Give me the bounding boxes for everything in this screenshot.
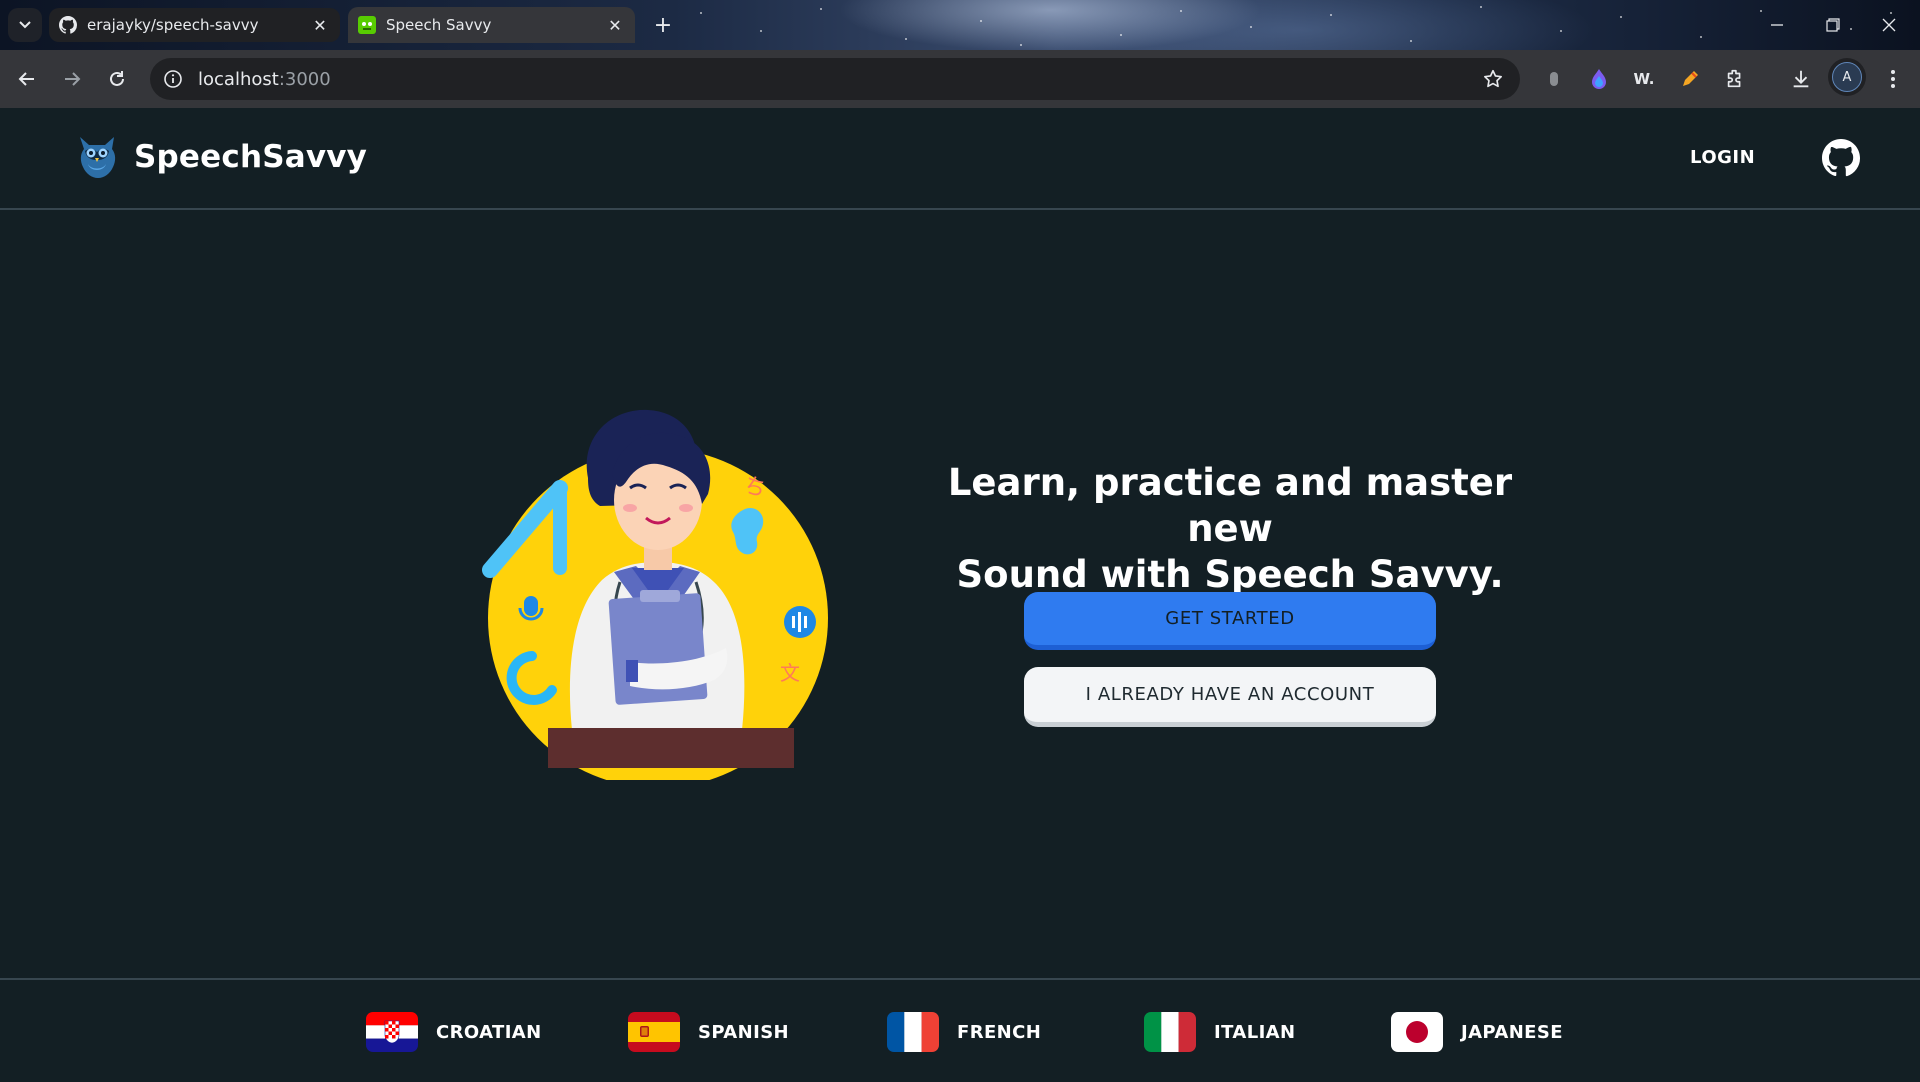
restore-window-icon[interactable] xyxy=(1818,10,1848,40)
extension-pencil-icon[interactable] xyxy=(1674,63,1706,95)
extension-w-icon[interactable]: W. xyxy=(1628,63,1660,95)
language-label: SPANISH xyxy=(698,1021,790,1043)
url-host: localhost xyxy=(198,68,279,90)
tab-search-button[interactable] xyxy=(8,8,42,42)
new-tab-button[interactable]: + xyxy=(650,12,676,38)
croatia-flag-icon xyxy=(366,1012,418,1052)
chevron-down-icon xyxy=(19,21,31,29)
language-japanese[interactable]: JAPANESE xyxy=(1391,1012,1563,1052)
bookmark-star-icon[interactable] xyxy=(1482,68,1504,90)
language-label: FRENCH xyxy=(957,1021,1042,1043)
github-favicon-icon xyxy=(59,16,77,34)
tab-title: erajayky/speech-savvy xyxy=(87,16,259,34)
forward-button[interactable] xyxy=(55,62,89,96)
language-label: CROATIAN xyxy=(436,1021,542,1043)
spain-flag-icon xyxy=(628,1012,680,1052)
audio-wave-icon xyxy=(784,606,816,638)
extension-2-icon[interactable] xyxy=(1583,63,1615,95)
japan-flag-icon xyxy=(1391,1012,1443,1052)
site-info-icon[interactable] xyxy=(162,68,184,90)
brand-name: SpeechSavvy xyxy=(134,139,368,175)
download-icon[interactable] xyxy=(1785,63,1817,95)
reload-button[interactable] xyxy=(100,62,134,96)
language-italian[interactable]: ITALIAN xyxy=(1144,1012,1295,1052)
github-icon xyxy=(1822,139,1861,177)
close-tab-icon[interactable]: ✕ xyxy=(603,13,627,37)
extension-1-icon[interactable] xyxy=(1538,63,1570,95)
existing-account-button[interactable]: I ALREADY HAVE AN ACCOUNT xyxy=(1024,667,1436,727)
browser-tab-github[interactable]: erajayky/speech-savvy ✕ xyxy=(49,8,340,42)
close-tab-icon[interactable]: ✕ xyxy=(308,13,332,37)
speech-savvy-favicon-icon xyxy=(358,16,376,34)
url-text: localhost:3000 xyxy=(198,69,331,90)
browser-toolbar: localhost:3000 W. xyxy=(0,50,1920,108)
owl-logo-icon xyxy=(80,137,116,178)
profile-avatar-button[interactable]: A xyxy=(1828,58,1866,96)
login-link[interactable]: LOGIN xyxy=(1690,147,1755,168)
language-footer: CROATIAN SPANISH FRENCH ITALIAN JAPANESE xyxy=(0,978,1920,1082)
browser-tab-speech-savvy[interactable]: Speech Savvy ✕ xyxy=(348,7,635,43)
arrow-right-icon xyxy=(65,72,81,86)
github-link[interactable] xyxy=(1822,139,1861,177)
reload-icon xyxy=(110,71,124,86)
minimize-window-icon[interactable] xyxy=(1762,10,1792,40)
app-header: SpeechSavvy LOGIN xyxy=(0,109,1920,210)
language-croatian[interactable]: CROATIAN xyxy=(366,1012,542,1052)
url-port: :3000 xyxy=(278,68,331,90)
language-french[interactable]: FRENCH xyxy=(887,1012,1041,1052)
france-flag-icon xyxy=(887,1012,939,1052)
extension-w-label: W. xyxy=(1633,70,1655,88)
address-bar[interactable]: localhost:3000 xyxy=(150,58,1520,100)
italy-flag-icon xyxy=(1144,1012,1196,1052)
teacher-illustration: ち 文 xyxy=(482,409,828,780)
close-window-icon[interactable] xyxy=(1874,10,1904,40)
back-button[interactable] xyxy=(10,62,44,96)
tab-title: Speech Savvy xyxy=(386,16,492,34)
language-label: JAPANESE xyxy=(1461,1021,1563,1043)
arrow-left-icon xyxy=(18,72,34,86)
profile-initial: A xyxy=(1832,62,1862,92)
hero-headline-line-1: Learn, practice and master new xyxy=(947,461,1513,550)
language-spanish[interactable]: SPANISH xyxy=(628,1012,789,1052)
language-label: ITALIAN xyxy=(1214,1021,1296,1043)
browser-menu-icon[interactable] xyxy=(1877,63,1909,95)
get-started-button[interactable]: GET STARTED xyxy=(1024,592,1436,650)
brand-home-link[interactable]: SpeechSavvy xyxy=(76,133,367,181)
extensions-puzzle-icon[interactable] xyxy=(1719,63,1751,95)
hero-headline: Learn, practice and master new Sound wit… xyxy=(900,460,1560,598)
browser-tab-strip: erajayky/speech-savvy ✕ Speech Savvy ✕ + xyxy=(0,0,1920,50)
svg-text:文: 文 xyxy=(780,661,800,685)
